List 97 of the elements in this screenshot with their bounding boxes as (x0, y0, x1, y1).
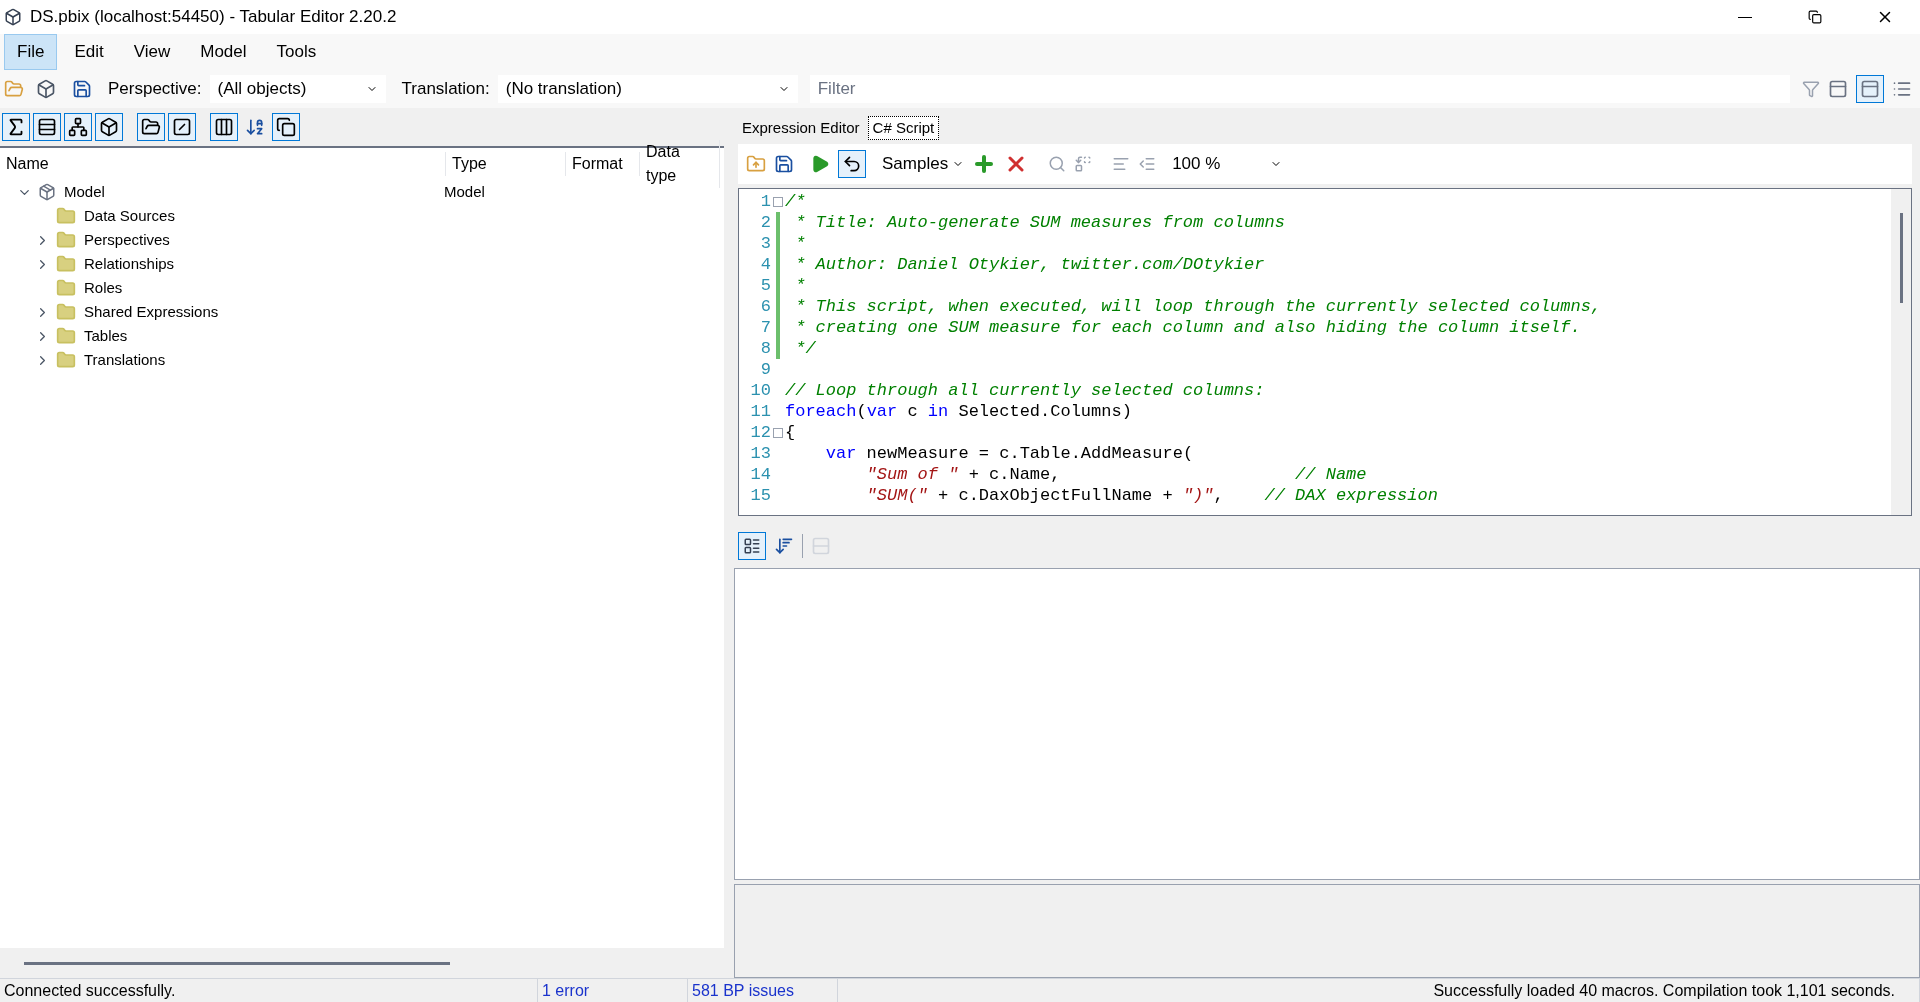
tree-item[interactable]: Translations (84, 348, 446, 372)
status-text[interactable]: 581 BP issues (688, 979, 838, 1002)
status-text: Connected successfully. (0, 979, 538, 1002)
folder-icon (56, 278, 76, 298)
tree-item[interactable]: Roles (84, 276, 446, 300)
code-line: */ (794, 338, 816, 359)
fold-marker[interactable] (773, 427, 783, 438)
line-number: 3 (759, 232, 771, 255)
folder-icon (56, 350, 76, 370)
categorized-icon[interactable] (738, 532, 766, 560)
menu-item[interactable]: Edit (61, 34, 117, 70)
line-number: 6 (759, 295, 771, 318)
layout-icon[interactable] (1856, 75, 1884, 103)
folder-icon (56, 326, 76, 346)
code-line: * (794, 233, 806, 254)
tree-item[interactable]: Relationships (84, 252, 446, 276)
tree-item[interactable]: Tables (84, 324, 446, 348)
tree-item[interactable]: Shared Expressions (84, 300, 446, 324)
folder-icon (56, 230, 76, 250)
code-line: "Sum of " + c.Name, // Name (865, 464, 1367, 485)
code-line: "SUM(" + c.DaxObjectFullName + ")", // DAX expression (865, 485, 1438, 506)
save-icon[interactable] (72, 79, 92, 99)
line-number: 9 (759, 358, 771, 381)
line-number: 11 (749, 400, 771, 423)
column-header[interactable]: Data type (640, 140, 720, 188)
deploy-icon[interactable] (36, 79, 56, 99)
code-line: * Title: Auto-generate SUM measures from columns (794, 212, 1285, 233)
folder-icon[interactable] (137, 113, 165, 141)
code-line: * creating one SUM measure for each column and also hiding the column itself. (794, 317, 1581, 338)
line-number: 15 (749, 484, 771, 507)
filter-field[interactable]: Filter (809, 75, 1790, 103)
search-icon[interactable] (1048, 155, 1067, 173)
menu-item[interactable]: File (4, 34, 58, 70)
samples-button[interactable]: Samples (882, 151, 965, 177)
code-editor[interactable] (738, 188, 1912, 516)
tree-item[interactable]: Data Sources (84, 204, 446, 228)
app-icon (4, 8, 22, 26)
status-text[interactable]: 1 error (538, 979, 688, 1002)
type-cell-text: Model (444, 181, 485, 202)
cube-icon[interactable] (95, 113, 123, 141)
editor-tab[interactable]: Expression Editor (738, 116, 864, 140)
menu-item[interactable]: View (120, 34, 184, 70)
line-number: 1 (759, 190, 771, 213)
zoom-dropdown[interactable]: 100 % (1172, 151, 1283, 177)
restore-icon (1808, 10, 1822, 24)
cube-icon (38, 183, 56, 201)
columns-icon[interactable] (210, 113, 238, 141)
sort-icon[interactable] (774, 536, 794, 556)
line-number: 5 (759, 274, 771, 297)
scrollbar[interactable] (1899, 213, 1903, 303)
tree-item[interactable]: Perspectives (84, 228, 446, 252)
translation-label: Translation: (401, 78, 490, 101)
editor-tab[interactable]: C# Script (867, 116, 940, 140)
column-header[interactable]: Name (0, 152, 446, 176)
scrollbar[interactable] (24, 961, 450, 965)
line-number: 8 (759, 337, 771, 360)
replace-icon[interactable] (1074, 155, 1093, 173)
hidden-icon[interactable] (168, 113, 196, 141)
line-number: 2 (759, 211, 771, 234)
code-line: foreach(var c in Selected.Columns) (785, 401, 1132, 422)
menu-item[interactable]: Model (187, 34, 260, 70)
folder-icon (56, 302, 76, 322)
perspective-dropdown[interactable]: (All objects) (209, 75, 386, 103)
code-line: * Author: Daniel Otykier, twitter.com/DOtykier (794, 254, 1265, 275)
line-number: 4 (759, 253, 771, 276)
line-number: 14 (749, 463, 771, 486)
indent-icon[interactable] (1112, 155, 1131, 173)
status-text: Successfully loaded 40 macros. Compilation took 1,101 seconds. (838, 979, 1920, 1002)
hierarchy-icon[interactable] (64, 113, 92, 141)
sigma-icon[interactable] (2, 113, 30, 141)
column-icon[interactable] (33, 113, 61, 141)
line-number: 12 (749, 421, 771, 444)
undo-icon[interactable] (838, 150, 866, 178)
menu-item[interactable]: Tools (263, 34, 330, 70)
outdent-icon[interactable] (1138, 155, 1157, 173)
save-icon[interactable] (774, 154, 794, 174)
code-line: var newMeasure = c.Table.AddMeasure( (824, 443, 1194, 464)
code-line: /* (785, 191, 806, 212)
minimize-icon (1738, 16, 1752, 18)
code-line: { (785, 422, 796, 443)
code-line: * This script, when executed, will loop through the currently selected columns, (794, 296, 1602, 317)
column-header[interactable]: Type (446, 152, 566, 176)
line-number: 13 (749, 442, 771, 465)
tree-item[interactable]: Model (64, 180, 444, 204)
window-title: DS.pbix (localhost:54450) - Tabular Editor 2.20.2 (30, 6, 397, 29)
code-line: * (794, 275, 806, 296)
fold-marker[interactable] (773, 196, 783, 207)
run-icon[interactable] (810, 154, 830, 174)
line-number: 7 (759, 316, 771, 339)
copy-icon[interactable] (272, 113, 300, 141)
folder-icon (56, 206, 76, 226)
translation-dropdown[interactable]: (No translation) (497, 75, 798, 103)
perspective-label: Perspective: (108, 78, 202, 101)
column-header[interactable]: Format (566, 152, 640, 176)
folder-icon (56, 254, 76, 274)
code-line: // Loop through all currently selected columns: (785, 380, 1265, 401)
line-number: 10 (749, 379, 771, 402)
